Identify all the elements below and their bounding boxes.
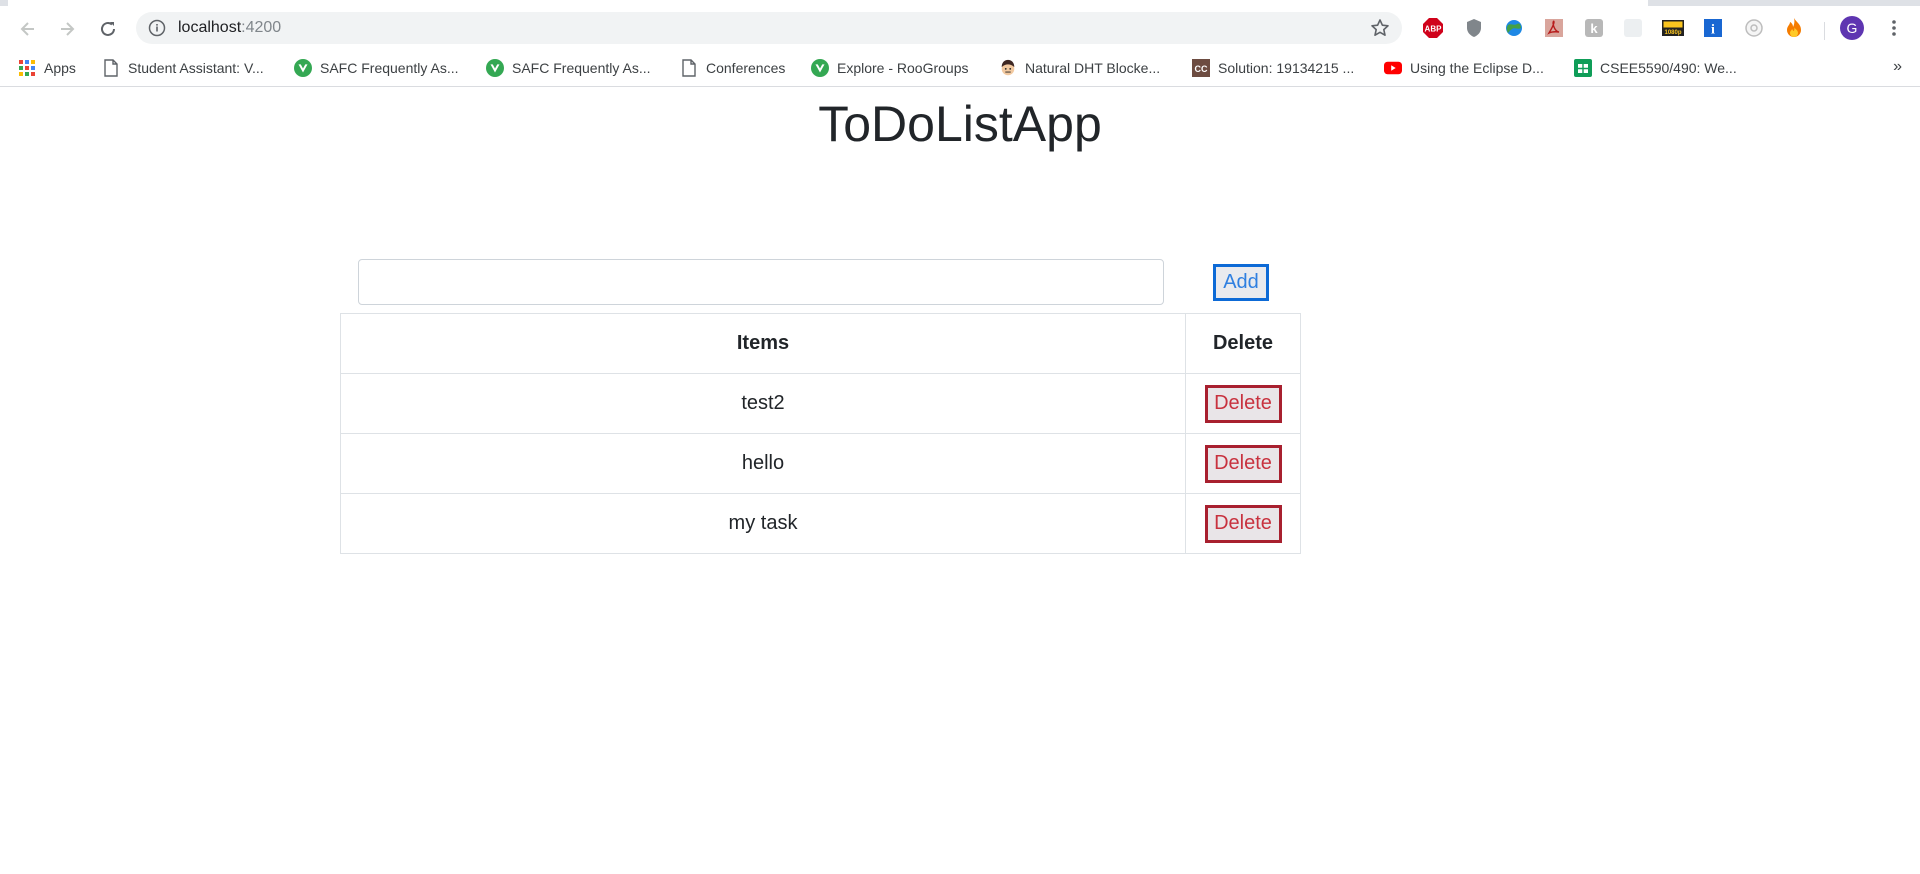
apps-grid-icon <box>18 59 36 77</box>
bookmark-natural-dht[interactable]: Natural DHT Blocke... <box>999 58 1160 78</box>
delete-cell: Delete <box>1185 373 1301 434</box>
kebab-menu-icon[interactable] <box>1883 17 1905 39</box>
add-button[interactable]: Add <box>1213 264 1269 301</box>
forward-arrow-icon[interactable] <box>53 15 81 43</box>
task-input[interactable] <box>358 259 1164 305</box>
blank-extension-icon[interactable] <box>1622 17 1644 39</box>
url-port: :4200 <box>241 19 282 36</box>
circle-extension-icon[interactable] <box>1743 17 1765 39</box>
cc-icon: CC <box>1192 59 1210 77</box>
svg-text:CC: CC <box>1195 64 1208 74</box>
star-icon[interactable] <box>1370 18 1390 38</box>
back-arrow-icon[interactable] <box>14 15 42 43</box>
bookmark-label: Using the Eclipse D... <box>1410 60 1544 76</box>
bookmark-roogroups[interactable]: Explore - RooGroups <box>811 58 969 78</box>
bookmarks-bar: Apps Student Assistant: V... SAFC Freque… <box>0 50 1920 87</box>
item-text: my task <box>340 493 1186 554</box>
bookmark-label: Explore - RooGroups <box>837 60 969 76</box>
bookmark-eclipse[interactable]: Using the Eclipse D... <box>1384 58 1544 78</box>
svg-text:1080p: 1080p <box>1664 30 1681 36</box>
table-row: test2 Delete <box>340 373 1301 434</box>
globe-extension-icon[interactable] <box>1503 17 1525 39</box>
delete-button[interactable]: Delete <box>1204 384 1282 423</box>
bookmark-safc-2[interactable]: SAFC Frequently As... <box>486 58 651 78</box>
column-header-items: Items <box>340 313 1186 374</box>
shield-icon[interactable] <box>1463 17 1485 39</box>
svg-text:k: k <box>1590 21 1598 36</box>
table-row: hello Delete <box>340 433 1301 494</box>
bookmark-label: CSEE5590/490: We... <box>1600 60 1737 76</box>
bookmarks-overflow-button[interactable]: » <box>1893 58 1902 76</box>
profile-initial: G <box>1846 20 1858 36</box>
bookmark-conferences[interactable]: Conferences <box>680 58 785 78</box>
bookmark-label: Apps <box>44 60 76 76</box>
page-title: ToDoListApp <box>818 96 1102 152</box>
svg-text:i: i <box>1711 23 1715 38</box>
delete-cell: Delete <box>1185 493 1301 554</box>
fire-extension-icon[interactable] <box>1783 17 1805 39</box>
hd-extension-icon[interactable]: 1080p <box>1662 17 1684 39</box>
bookmark-label: SAFC Frequently As... <box>320 60 459 76</box>
sheets-icon <box>1574 59 1592 77</box>
youtube-icon <box>1384 59 1402 77</box>
bookmark-label: SAFC Frequently As... <box>512 60 651 76</box>
item-text: hello <box>340 433 1186 494</box>
table-header-row: Items Delete <box>340 313 1301 374</box>
bookmark-label: Student Assistant: V... <box>128 60 264 76</box>
bookmark-csee[interactable]: CSEE5590/490: We... <box>1574 58 1737 78</box>
browser-toolbar: localhost:4200 ABP k 1080p i G <box>0 6 1920 50</box>
profile-avatar[interactable]: G <box>1840 16 1864 40</box>
vue-logo-icon <box>294 59 312 77</box>
face-icon <box>999 59 1017 77</box>
item-text: test2 <box>340 373 1186 434</box>
bookmark-label: Conferences <box>706 60 786 76</box>
svg-text:ABP: ABP <box>1425 25 1443 34</box>
todo-table: Items Delete test2 Delete hello Delete m… <box>340 313 1301 554</box>
document-icon <box>102 59 120 77</box>
url-host: localhost <box>178 19 242 36</box>
bookmark-solution[interactable]: CC Solution: 19134215 ... <box>1192 58 1354 78</box>
reload-icon[interactable] <box>94 15 122 43</box>
bookmark-student-assistant[interactable]: Student Assistant: V... <box>102 58 264 78</box>
info-extension-icon[interactable]: i <box>1702 17 1724 39</box>
bookmark-apps[interactable]: Apps <box>18 58 76 78</box>
bookmark-label: Solution: 19134215 ... <box>1218 60 1355 76</box>
delete-button[interactable]: Delete <box>1204 444 1282 483</box>
info-icon[interactable] <box>148 19 166 37</box>
vue-logo-icon <box>811 59 829 77</box>
table-row: my task Delete <box>340 493 1301 554</box>
bookmark-safc-1[interactable]: SAFC Frequently As... <box>294 58 459 78</box>
bookmark-label: Natural DHT Blocke... <box>1025 60 1161 76</box>
pdf-extension-icon[interactable] <box>1543 17 1565 39</box>
delete-cell: Delete <box>1185 433 1301 494</box>
document-icon <box>680 59 698 77</box>
url-text[interactable]: localhost:4200 <box>178 19 281 37</box>
adblock-icon[interactable]: ABP <box>1422 17 1444 39</box>
address-bar[interactable]: localhost:4200 <box>136 12 1402 44</box>
toolbar-divider <box>1824 22 1825 40</box>
delete-button[interactable]: Delete <box>1204 504 1282 543</box>
column-header-delete: Delete <box>1185 313 1301 374</box>
vue-logo-icon <box>486 59 504 77</box>
k-extension-icon[interactable]: k <box>1583 17 1605 39</box>
